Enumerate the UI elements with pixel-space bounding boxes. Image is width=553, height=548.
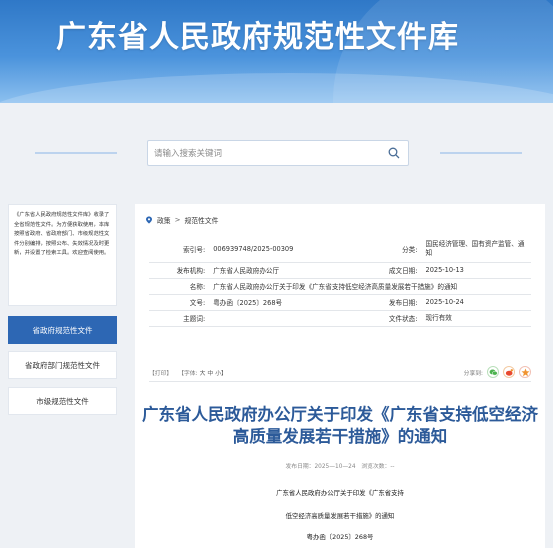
qzone-share-icon[interactable] (519, 366, 531, 378)
wechat-share-icon[interactable] (487, 366, 499, 378)
document-panel: 政策 > 规范性文件 索引号: 006939748/2025-00309 分类:… (135, 204, 545, 548)
breadcrumb-policy[interactable]: 政策 (157, 215, 171, 225)
sidebar-item-provincial-departments[interactable]: 省政府部门规范性文件 (8, 351, 117, 379)
doc-number-value: 粤办函〔2025〕268号 (209, 294, 354, 311)
weibo-share-icon[interactable] (503, 366, 515, 378)
share-label: 分享到: (463, 370, 483, 377)
publisher-label: 发布机构: (149, 262, 210, 279)
location-icon (146, 216, 152, 224)
font-size-label: 【字体: (178, 371, 198, 377)
search-box (147, 140, 409, 166)
document-body-heading-line2: 低空经济高质量发展若干措施》的通知 (285, 512, 395, 520)
document-title: 广东省人民政府办公厅关于印发《广东省支持低空经济高质量发展若干措施》的通知 (142, 405, 538, 446)
font-medium-button[interactable]: 中 (207, 368, 213, 377)
publish-date-value: 2025-10-24 (421, 294, 531, 311)
index-label: 索引号: (149, 236, 210, 263)
name-value: 广东省人民政府办公厅关于印发《广东省支持低空经济高质量发展若干措施》的通知 (209, 278, 531, 295)
created-date-label: 成文日期: (353, 262, 422, 279)
sidebar-item-municipal[interactable]: 市级规范性文件 (8, 387, 117, 415)
status-label: 文件状态: (353, 310, 422, 327)
breadcrumb-normative-docs[interactable]: 规范性文件 (184, 215, 218, 225)
created-date-value: 2025-10-13 (421, 262, 531, 279)
subject-value (209, 310, 354, 327)
document-meta-table: 索引号: 006939748/2025-00309 分类: 国民经济管理、国有资… (149, 236, 531, 327)
document-toolbar: 【打印】 【字体: 大 中 小】 分享到: (149, 364, 531, 382)
search-input[interactable] (154, 145, 379, 162)
library-intro: 《广东省人民政府规范性文件库》收录了全省规范性文件。为方便获取使用，本库按照省政… (8, 204, 117, 306)
category-label: 分类: (353, 236, 422, 263)
subject-label: 主题词: (149, 310, 210, 327)
index-value: 006939748/2025-00309 (209, 236, 354, 263)
doc-number-label: 文号: (149, 294, 210, 311)
print-button[interactable]: 【打印】 (149, 368, 172, 377)
publisher-value: 广东省人民政府办公厅 (209, 262, 354, 279)
share-group: 分享到: (464, 366, 531, 378)
search-divider-right (440, 152, 522, 154)
sidebar-item-provincial-government[interactable]: 省政府规范性文件 (8, 316, 117, 344)
site-title: 广东省人民政府规范性文件库 (56, 20, 459, 55)
search-divider-left (35, 152, 117, 154)
name-label: 名称: (149, 278, 210, 295)
breadcrumb-separator: > (174, 216, 181, 224)
search-icon[interactable] (388, 147, 400, 159)
status-value: 现行有效 (421, 310, 531, 327)
font-large-button[interactable]: 大 (200, 368, 206, 377)
breadcrumb: 政策 > 规范性文件 (145, 215, 218, 225)
document-publish-info: 发布日期：2025—10—24 浏览次数：-- (285, 464, 395, 470)
category-value: 国民经济管理、国有资产监管、通知 (421, 236, 531, 263)
document-body-heading-line1: 广东省人民政府办公厅关于印发《广东省支持 (276, 489, 404, 497)
document-body-doc-number: 粤办函〔2025〕268号 (306, 533, 374, 541)
header-banner: 广东省人民政府规范性文件库 (0, 0, 553, 103)
font-small-button[interactable]: 小】 (215, 368, 227, 377)
publish-date-label: 发布日期: (353, 294, 422, 311)
